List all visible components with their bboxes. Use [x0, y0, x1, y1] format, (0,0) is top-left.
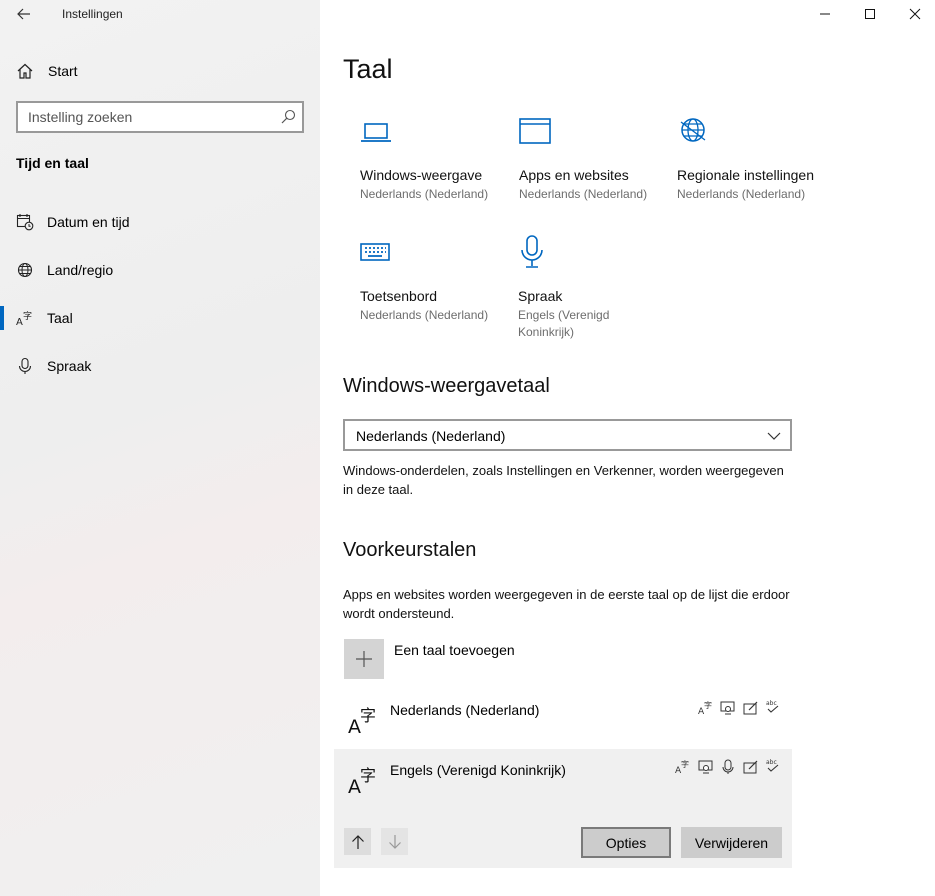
speech-recognition-feature-icon: [722, 759, 734, 774]
search-icon[interactable]: [280, 109, 296, 125]
display-language-feature-icon: A字: [675, 759, 689, 775]
tile-sub: Nederlands (Nederland): [360, 187, 489, 201]
app-title: Instellingen: [62, 7, 123, 21]
handwriting-feature-icon: [743, 701, 758, 715]
preferred-languages-heading: Voorkeurstalen: [343, 539, 477, 561]
sidebar-item-label: Land/regio: [47, 262, 114, 278]
add-language-label: Een taal toevoegen: [394, 642, 515, 658]
select-value: Nederlands (Nederland): [356, 428, 506, 444]
calendar-clock-icon: [16, 214, 34, 231]
svg-text:字: 字: [23, 310, 32, 322]
display-language-feature-icon: A字: [698, 700, 712, 716]
keyboard-icon: [360, 243, 390, 261]
svg-text:abc: abc: [766, 700, 777, 707]
sidebar-item-label: Datum en tijd: [47, 214, 130, 230]
sidebar-item-label: Taal: [47, 310, 73, 326]
minimize-button[interactable]: [802, 0, 848, 28]
handwriting-feature-icon: [743, 760, 758, 774]
back-arrow-icon: [17, 8, 30, 20]
tile-sub: Nederlands (Nederland): [360, 308, 489, 322]
text-to-speech-feature-icon: [720, 701, 735, 715]
tile-sub: Nederlands (Nederland): [519, 187, 648, 201]
search-input[interactable]: [18, 103, 268, 131]
globe-icon: [680, 118, 706, 142]
remove-button[interactable]: Verwijderen: [681, 827, 782, 858]
close-icon: [909, 8, 921, 20]
options-button[interactable]: Opties: [581, 827, 671, 858]
sidebar-item-land-regio[interactable]: Land/regio: [0, 250, 320, 290]
maximize-icon: [865, 9, 875, 19]
microphone-icon: [521, 235, 543, 268]
sidebar-item-label: Spraak: [47, 358, 92, 374]
language-name: Nederlands (Nederland): [390, 702, 540, 718]
svg-text:字: 字: [360, 766, 376, 785]
home-icon: [17, 63, 33, 79]
sidebar-item-spraak[interactable]: Spraak: [0, 346, 320, 386]
home-link[interactable]: Start: [0, 56, 320, 84]
back-button[interactable]: [10, 2, 38, 26]
tile-name: Apps en websites: [519, 167, 629, 183]
maximize-button[interactable]: [847, 0, 893, 28]
tile-sub: Nederlands (Nederland): [677, 187, 806, 201]
sidebar: Instellingen Start Tijd en taal Datum en…: [0, 0, 320, 896]
spellcheck-feature-icon: abc: [766, 759, 779, 772]
plus-icon: [344, 639, 384, 679]
text-to-speech-feature-icon: [698, 760, 713, 774]
preferred-languages-description: Apps en websites worden weergegeven in d…: [343, 587, 790, 621]
tile-name: Windows-weergave: [360, 167, 483, 183]
spellcheck-feature-icon: abc: [766, 700, 779, 713]
microphone-icon: [18, 357, 32, 374]
tile-sub: Engels (Verenigd Koninkrijk): [518, 308, 610, 339]
display-language-heading: Windows-weergavetaal: [343, 375, 550, 397]
display-language-description: Windows-onderdelen, zoals Instellingen e…: [343, 463, 784, 497]
sidebar-item-datum-en-tijd[interactable]: Datum en tijd: [0, 202, 320, 242]
move-down-button[interactable]: [381, 828, 408, 855]
language-item-nederlands[interactable]: A字 Nederlands (Nederland) A字 abc: [334, 692, 792, 744]
close-button[interactable]: [892, 0, 935, 28]
tile-name: Spraak: [518, 288, 563, 304]
svg-text:字: 字: [704, 700, 712, 710]
tile-name: Toetsenbord: [360, 288, 438, 304]
tile-toetsenbord[interactable]: Toetsenbord Nederlands (Nederland): [360, 235, 510, 324]
svg-text:字: 字: [681, 759, 689, 769]
language-item-engels[interactable]: A字 Engels (Verenigd Koninkrijk) A字 abc O…: [334, 749, 792, 868]
minimize-icon: [820, 13, 830, 15]
arrow-down-icon: [388, 834, 401, 849]
chevron-down-icon: [767, 432, 781, 440]
tile-spraak[interactable]: Spraak Engels (Verenigd Koninkrijk): [518, 235, 628, 341]
svg-text:A: A: [16, 317, 23, 327]
tile-regionale-instellingen[interactable]: Regionale instellingen Nederlands (Neder…: [677, 114, 817, 203]
add-language-button[interactable]: Een taal toevoegen: [344, 639, 792, 679]
active-indicator: [0, 306, 4, 330]
move-up-button[interactable]: [344, 828, 371, 855]
language-icon: A字: [348, 766, 376, 794]
sidebar-item-taal[interactable]: A字 Taal: [0, 298, 320, 338]
display-language-select[interactable]: Nederlands (Nederland): [343, 419, 792, 451]
settings-search[interactable]: [16, 101, 304, 133]
page-title: Taal: [343, 54, 393, 84]
tile-name: Regionale instellingen: [677, 167, 814, 183]
laptop-icon: [361, 123, 391, 142]
svg-text:abc: abc: [766, 759, 777, 766]
language-icon: A字: [16, 310, 32, 327]
section-title: Tijd en taal: [16, 155, 89, 171]
tile-windows-weergave[interactable]: Windows-weergave Nederlands (Nederland): [360, 114, 510, 203]
language-name: Engels (Verenigd Koninkrijk): [390, 762, 566, 778]
arrow-up-icon: [351, 834, 364, 849]
tile-apps-en-websites[interactable]: Apps en websites Nederlands (Nederland): [519, 114, 669, 203]
language-icon: A字: [348, 706, 376, 734]
home-label: Start: [48, 63, 78, 79]
window-icon: [519, 118, 551, 144]
globe-icon: [17, 262, 33, 278]
svg-text:字: 字: [360, 706, 376, 725]
